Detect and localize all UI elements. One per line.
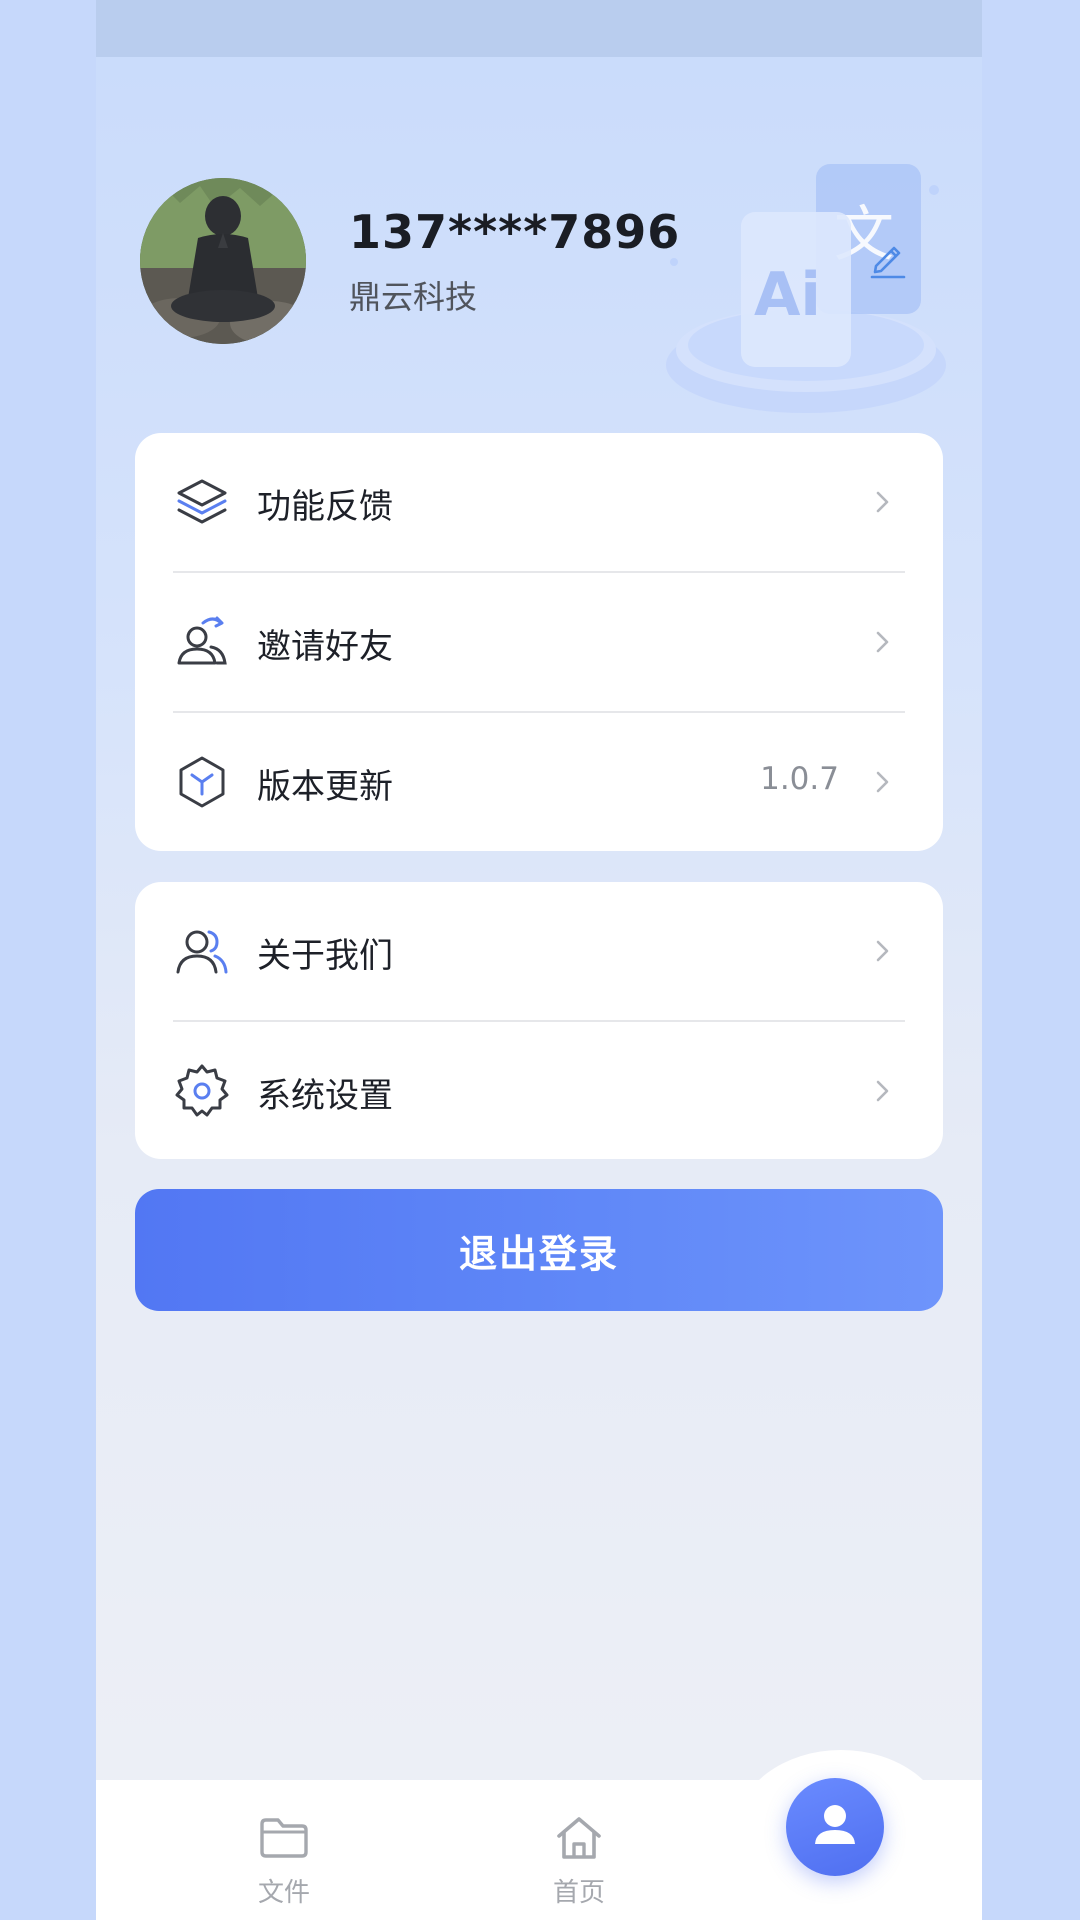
cube-icon: [179, 756, 225, 808]
chevron-right-icon: [876, 940, 889, 962]
invite-users-icon: [177, 616, 227, 665]
chevron-right-icon: [876, 1080, 889, 1102]
user-phone: 137****7896: [349, 205, 681, 259]
menu-item-label: 版本更新: [257, 767, 393, 807]
tab-profile[interactable]: [786, 1778, 884, 1876]
user-icon: [815, 1805, 855, 1844]
menu-item-label: 关于我们: [257, 936, 393, 976]
menu-item-feedback[interactable]: 功能反馈: [135, 433, 943, 572]
menu-item-label: 邀请好友: [257, 627, 393, 667]
layers-icon: [177, 479, 227, 524]
chevron-right-icon: [876, 771, 889, 793]
menu-item-about[interactable]: 关于我们: [135, 882, 943, 1021]
gear-icon: [175, 1064, 229, 1117]
tab-home[interactable]: 首页: [499, 1780, 659, 1920]
menu-card-secondary: 关于我们 系统设置: [135, 882, 943, 1159]
home-icon: [557, 1817, 601, 1859]
tab-files[interactable]: 文件: [204, 1780, 364, 1920]
menu-item-settings[interactable]: 系统设置: [135, 1022, 943, 1161]
app-version: 1.0.7: [760, 761, 839, 797]
about-users-icon: [176, 930, 228, 974]
menu-card-main: 功能反馈 邀请好友 版本更新 1.0.7: [135, 433, 943, 851]
tab-files-label: 文件: [257, 1878, 310, 1908]
tab-home-label: 首页: [552, 1878, 605, 1908]
status-bar: [96, 0, 982, 57]
menu-item-version-update[interactable]: 版本更新 1.0.7: [135, 713, 943, 852]
logout-button[interactable]: 退出登录: [135, 1189, 943, 1311]
chevron-right-icon: [876, 491, 889, 513]
menu-item-label: 功能反馈: [257, 487, 393, 527]
ai-translate-illustration: 文 Ai: [666, 164, 946, 413]
avatar-statue-image: [140, 178, 306, 344]
svg-text:Ai: Ai: [754, 260, 821, 330]
chevron-right-icon: [876, 631, 889, 653]
menu-item-label: 系统设置: [257, 1076, 393, 1116]
avatar[interactable]: [140, 178, 306, 344]
edit-icon[interactable]: [866, 236, 910, 280]
app-screen: 文 Ai 137****7896 鼎云科技 功能反馈 邀请好友 版本更新 1.0…: [96, 0, 982, 1920]
user-company: 鼎云科技: [349, 278, 478, 316]
folder-icon: [260, 1818, 308, 1858]
menu-item-invite[interactable]: 邀请好友: [135, 573, 943, 712]
